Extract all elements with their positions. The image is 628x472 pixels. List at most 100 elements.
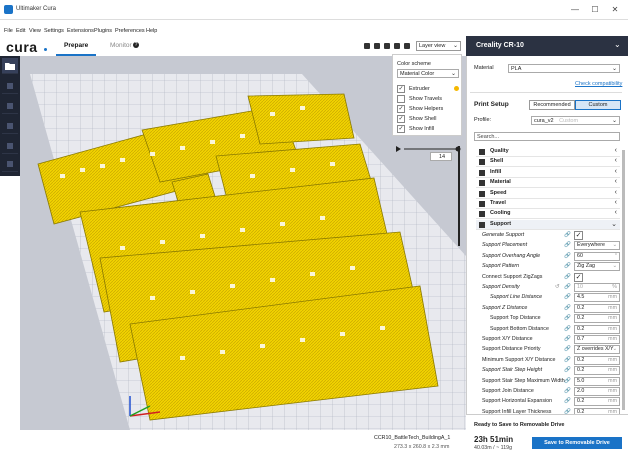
view-3d-icon[interactable] — [364, 43, 370, 49]
move-tool-button[interactable] — [2, 78, 18, 94]
setting-checkbox[interactable]: ✓ — [574, 272, 583, 282]
shell-checkbox[interactable]: ✓ — [397, 115, 405, 123]
per-model-settings-icon — [7, 161, 13, 167]
tab-prepare[interactable]: Prepare — [64, 42, 88, 49]
menu-preferences[interactable]: Preferences — [115, 28, 145, 34]
category-travel[interactable]: Travel ‹ — [476, 199, 620, 209]
setting-input[interactable]: 0.2 mm — [574, 366, 620, 376]
link-icon[interactable]: 🔗 — [564, 263, 571, 269]
settings-scrollbar[interactable] — [622, 150, 625, 410]
recommended-tab[interactable]: Recommended — [529, 100, 575, 110]
custom-tab[interactable]: Custom — [575, 100, 621, 110]
infill-checkbox[interactable]: ✓ — [397, 125, 405, 133]
link-icon[interactable]: 🔗 — [564, 357, 571, 363]
link-icon[interactable]: 🔗 — [564, 305, 571, 311]
setting-input[interactable]: 60 ° — [574, 251, 620, 261]
setting-input[interactable]: 10% — [574, 283, 620, 292]
link-icon[interactable]: 🔗 — [564, 315, 571, 321]
layer-number-input[interactable]: 14 — [430, 152, 452, 161]
category-support[interactable]: Support ⌄ — [476, 219, 620, 230]
save-to-removable-drive-button[interactable]: Save to Removable Drive — [532, 437, 622, 449]
setting-row: Support Join Distance 🔗 2.0 mm — [476, 387, 620, 397]
link-icon[interactable]: 🔗 — [564, 378, 571, 384]
setting-row: Support Top Distance 🔗 0.2 mm — [476, 314, 620, 324]
help-icon[interactable]: ? — [133, 42, 139, 48]
link-icon[interactable]: 🔗 — [564, 284, 571, 290]
travel-icon — [479, 201, 485, 207]
maximize-button[interactable]: ☐ — [588, 4, 602, 16]
menu-view[interactable]: View — [29, 28, 41, 34]
category-quality[interactable]: Quality ‹ — [476, 147, 620, 157]
link-icon[interactable]: 🔗 — [564, 294, 571, 300]
profile-select[interactable]: cura_v2 Custom ⌄ — [531, 116, 620, 125]
setting-select[interactable]: Everywhere ⌄ — [574, 241, 620, 251]
link-icon[interactable]: 🔗 — [564, 346, 571, 352]
setting-row: Connect Support ZigZags 🔗 ✓ — [476, 272, 620, 283]
menu-help[interactable]: Help — [146, 28, 157, 34]
chevron-down-icon: ⌄ — [450, 71, 456, 77]
menu-file[interactable]: File — [4, 28, 13, 34]
view-left-icon[interactable] — [394, 43, 400, 49]
reset-icon[interactable]: ↺ — [555, 284, 560, 290]
setting-label: Generate Support — [482, 232, 525, 238]
setting-input[interactable]: 0.7 mm — [574, 335, 620, 344]
setting-input[interactable]: 0.2 mm — [574, 355, 620, 365]
per-model-settings-button[interactable] — [2, 156, 18, 172]
setting-input[interactable]: 5.0 mm — [574, 376, 620, 386]
link-icon[interactable]: 🔗 — [564, 232, 571, 238]
color-scheme-select[interactable]: Material Color ⌄ — [397, 69, 459, 78]
layer-slider[interactable]: 14 — [396, 146, 462, 164]
link-icon[interactable]: 🔗 — [564, 242, 571, 248]
setting-checkbox[interactable]: ✓ — [574, 231, 583, 240]
open-file-button[interactable] — [2, 58, 18, 74]
category-shell[interactable]: Shell ‹ — [476, 157, 620, 168]
category-speed[interactable]: Speed ‹ — [476, 189, 620, 199]
link-icon[interactable]: 🔗 — [564, 398, 571, 404]
category-infill[interactable]: Infill ‹ — [476, 168, 620, 178]
chevron-left-icon: ‹ — [614, 188, 617, 196]
setting-input[interactable]: 0.2 mm — [574, 314, 620, 324]
view-top-icon[interactable] — [384, 43, 390, 49]
setting-label: Support Z Distance — [482, 304, 528, 311]
link-icon[interactable]: 🔗 — [564, 336, 571, 342]
menu-edit[interactable]: Edit — [16, 28, 25, 34]
link-icon[interactable]: 🔗 — [564, 367, 571, 373]
setting-select[interactable]: Zig Zag ⌄ — [574, 262, 620, 272]
link-icon[interactable]: 🔗 — [564, 274, 571, 280]
material-icon — [479, 180, 485, 187]
helpers-label: Show Helpers — [409, 106, 444, 112]
view-front-icon[interactable] — [374, 43, 380, 49]
setting-input[interactable]: 0.2 mm — [574, 303, 620, 313]
menu-plugins[interactable]: Plugins — [94, 28, 112, 34]
category-cooling[interactable]: Cooling ‹ — [476, 209, 620, 220]
view-right-icon[interactable] — [404, 43, 410, 49]
menu-extensions[interactable]: Extensions — [67, 28, 94, 34]
scale-tool-button[interactable] — [2, 98, 18, 114]
link-icon[interactable]: 🔗 — [564, 253, 571, 259]
setting-input[interactable]: 4.5 mm — [574, 293, 620, 303]
view-mode-select[interactable]: Layer view ⌄ — [416, 41, 461, 51]
menu-settings[interactable]: Settings — [44, 28, 64, 34]
printer-name[interactable]: Creality CR-10 — [476, 42, 524, 49]
setting-input[interactable]: 2.0 mm — [574, 387, 620, 396]
settings-search-input[interactable]: Search... — [474, 132, 620, 141]
vertical-layer-slider[interactable] — [458, 146, 460, 246]
helpers-checkbox[interactable]: ✓ — [397, 105, 405, 113]
minimize-button[interactable]: — — [568, 4, 582, 16]
setting-select[interactable]: Z overrides X/Y ⌄ — [574, 345, 620, 355]
link-icon[interactable]: 🔗 — [564, 388, 571, 394]
travels-checkbox[interactable] — [397, 95, 405, 103]
setting-input[interactable]: 0.2 mm — [574, 397, 620, 407]
tab-monitor[interactable]: Monitor — [110, 42, 132, 49]
mirror-tool-button[interactable] — [2, 138, 18, 154]
setting-input[interactable]: 0.2 mm — [574, 324, 620, 334]
link-icon[interactable]: 🔗 — [564, 326, 571, 332]
setting-row: Minimum Support X/Y Distance 🔗 0.2 mm — [476, 355, 620, 366]
check-compatibility-link[interactable]: Check compatibility — [575, 81, 622, 87]
category-material[interactable]: Material ‹ — [476, 178, 620, 189]
material-select[interactable]: PLA ⌄ — [508, 64, 620, 73]
extruder-checkbox[interactable]: ✓ — [397, 85, 405, 93]
close-button[interactable]: ✕ — [608, 4, 622, 16]
rotate-tool-button[interactable] — [2, 118, 18, 134]
setting-value: 60 — [577, 252, 583, 259]
